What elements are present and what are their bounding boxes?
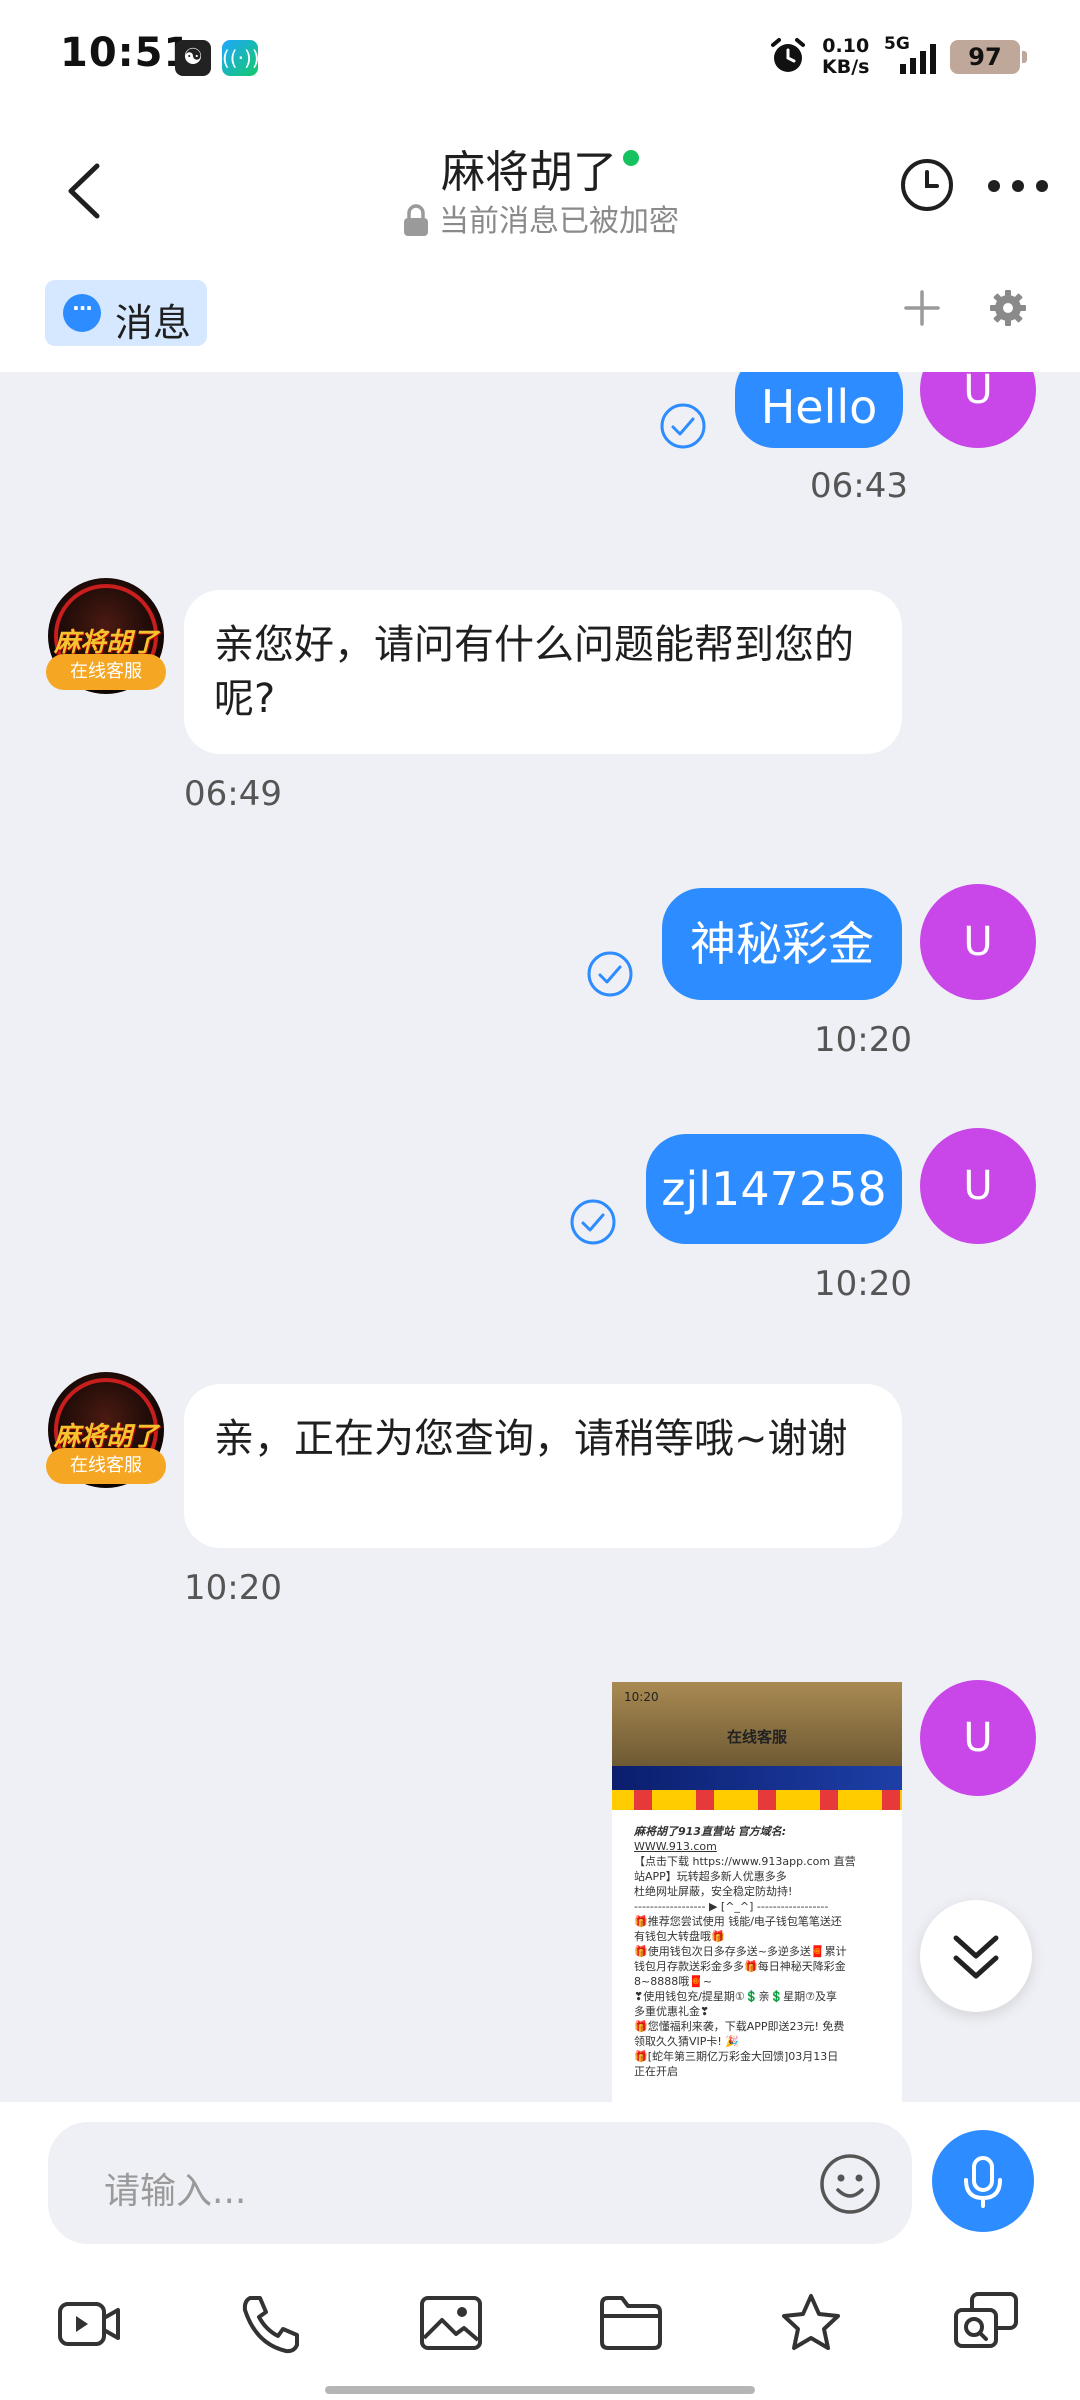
chat-header: 麻将胡了 当前消息已被加密 bbox=[0, 116, 1080, 266]
encryption-notice: 当前消息已被加密 bbox=[439, 204, 679, 239]
image-time: 10:20 bbox=[624, 1690, 659, 1704]
message-time: 10:20 bbox=[184, 1568, 282, 1608]
image-line: 正在开启 bbox=[634, 2065, 678, 2078]
image-line: 多重优惠礼金❣ bbox=[634, 2005, 710, 2018]
hotspot-icon: ((·)) bbox=[222, 40, 260, 76]
tab-messages-label: 消息 bbox=[115, 301, 192, 345]
image-line: 🎁[蛇年第三期亿万彩金大回馈]03月13日 bbox=[634, 2050, 839, 2063]
message-list[interactable]: Hello U 06:43 麻将胡了 在线客服 亲您好，请问有什么问题能帮到您的… bbox=[0, 372, 1080, 2102]
phone-icon[interactable] bbox=[236, 2290, 306, 2356]
message-bubble-outgoing[interactable]: zjl147258 bbox=[646, 1134, 902, 1244]
scroll-to-bottom-button[interactable] bbox=[920, 1900, 1032, 2012]
more-icon[interactable] bbox=[986, 171, 1050, 201]
image-title: 在线客服 bbox=[726, 1728, 787, 1746]
image-line: ❣使用钱包充/提星期①💲亲💲星期⑦及享 bbox=[634, 1990, 838, 2003]
star-icon[interactable] bbox=[776, 2290, 846, 2356]
message-time: 10:20 bbox=[814, 1264, 912, 1304]
user-avatar[interactable]: U bbox=[920, 884, 1036, 1000]
home-indicator[interactable] bbox=[325, 2386, 755, 2394]
emoji-icon[interactable] bbox=[818, 2152, 882, 2216]
user-avatar[interactable]: U bbox=[920, 372, 1036, 448]
network-speed: 0.10 KB/s bbox=[822, 36, 869, 78]
image-line: 🎁您懂福利来袭，下载APP即送23元! 免费 bbox=[634, 2020, 845, 2033]
agent-badge: 在线客服 bbox=[46, 654, 166, 690]
image-line: 【点击下载 https://www.913app.com 直营 bbox=[634, 1855, 856, 1868]
image-line: 有钱包大转盘哦🎁 bbox=[634, 1930, 725, 1943]
image-line: 杜绝网址屏蔽，安全稳定防劫持! bbox=[634, 1885, 793, 1898]
video-icon[interactable] bbox=[54, 2290, 124, 2356]
online-status-dot bbox=[623, 150, 639, 166]
image-header: 10:20 在线客服 bbox=[612, 1682, 902, 1766]
speed-value: 0.10 bbox=[822, 35, 870, 57]
image-line: WWW.913.com bbox=[634, 1840, 717, 1853]
gear-icon[interactable] bbox=[988, 288, 1028, 328]
app-notification-icon: ☯ bbox=[175, 40, 211, 76]
message-time: 06:43 bbox=[810, 466, 908, 506]
plus-icon[interactable] bbox=[900, 286, 944, 330]
image-text: 麻将胡了913直营站 官方域名: WWW.913.com 【点击下载 https… bbox=[612, 1810, 902, 2093]
image-line: 钱包月存款送彩金多多🎁每日神秘天降彩金 bbox=[634, 1960, 846, 1973]
lock-icon bbox=[404, 204, 428, 236]
check-circle-icon bbox=[587, 951, 633, 997]
image-line: 🎁推荐您尝试使用 钱能/电子钱包笔笔送还 bbox=[634, 1915, 842, 1928]
folder-icon[interactable] bbox=[596, 2290, 666, 2356]
image-line: ------------------ ▶ [^_^] -------------… bbox=[634, 1900, 829, 1913]
image-line: 🎁使用钱包次日多存多送~多逆多送🧧累计 bbox=[634, 1945, 847, 1958]
agent-badge: 在线客服 bbox=[46, 1448, 166, 1484]
tab-messages[interactable]: 消息 bbox=[45, 280, 207, 346]
message-time: 10:20 bbox=[814, 1020, 912, 1060]
chevron-double-down-icon bbox=[953, 1935, 999, 1979]
history-icon[interactable] bbox=[898, 156, 956, 214]
message-bubble-outgoing[interactable]: Hello bbox=[735, 372, 903, 448]
voice-button[interactable] bbox=[932, 2130, 1034, 2232]
message-bubble-outgoing[interactable]: 神秘彩金 bbox=[662, 888, 902, 1000]
status-time: 10:51 bbox=[60, 30, 193, 76]
search-chat-icon[interactable] bbox=[952, 2290, 1022, 2356]
image-line: 站APP】玩转超多新人优惠多多 bbox=[634, 1870, 787, 1883]
user-avatar[interactable]: U bbox=[920, 1128, 1036, 1244]
input-placeholder: 请输入... bbox=[104, 2171, 247, 2212]
image-icon[interactable] bbox=[416, 2290, 486, 2356]
alarm-icon bbox=[771, 38, 805, 72]
input-bar: 请输入... bbox=[0, 2102, 1080, 2400]
image-banner bbox=[612, 1766, 902, 1810]
image-line: 麻将胡了913直营站 官方域名: bbox=[634, 1825, 787, 1838]
check-circle-icon bbox=[660, 403, 706, 449]
message-bubble-incoming[interactable]: 亲，正在为您查询，请稍等哦~谢谢 bbox=[184, 1384, 902, 1548]
message-bubble-incoming[interactable]: 亲您好，请问有什么问题能帮到您的呢? bbox=[184, 590, 902, 754]
microphone-icon bbox=[964, 2156, 1002, 2208]
status-bar: 10:51 ☯ ((·)) 0.10 KB/s 5G 97 bbox=[0, 0, 1080, 116]
signal-icon bbox=[900, 44, 936, 74]
check-circle-icon bbox=[570, 1199, 616, 1245]
message-time: 06:49 bbox=[184, 774, 282, 814]
speed-unit: KB/s bbox=[822, 56, 870, 78]
image-line: 8~8888哦🧧~ bbox=[634, 1975, 713, 1988]
message-image[interactable]: 10:20 在线客服 麻将胡了913直营站 官方域名: WWW.913.com … bbox=[612, 1682, 902, 2102]
user-avatar[interactable]: U bbox=[920, 1680, 1036, 1796]
message-input[interactable]: 请输入... bbox=[48, 2122, 912, 2244]
image-line: 领取久久猜VIP卡! 🎉 bbox=[634, 2035, 740, 2048]
battery-indicator: 97 bbox=[950, 40, 1027, 74]
tab-bar: 消息 bbox=[0, 266, 1080, 372]
chat-bubble-icon bbox=[63, 294, 101, 332]
chat-title: 麻将胡了 bbox=[441, 147, 617, 198]
